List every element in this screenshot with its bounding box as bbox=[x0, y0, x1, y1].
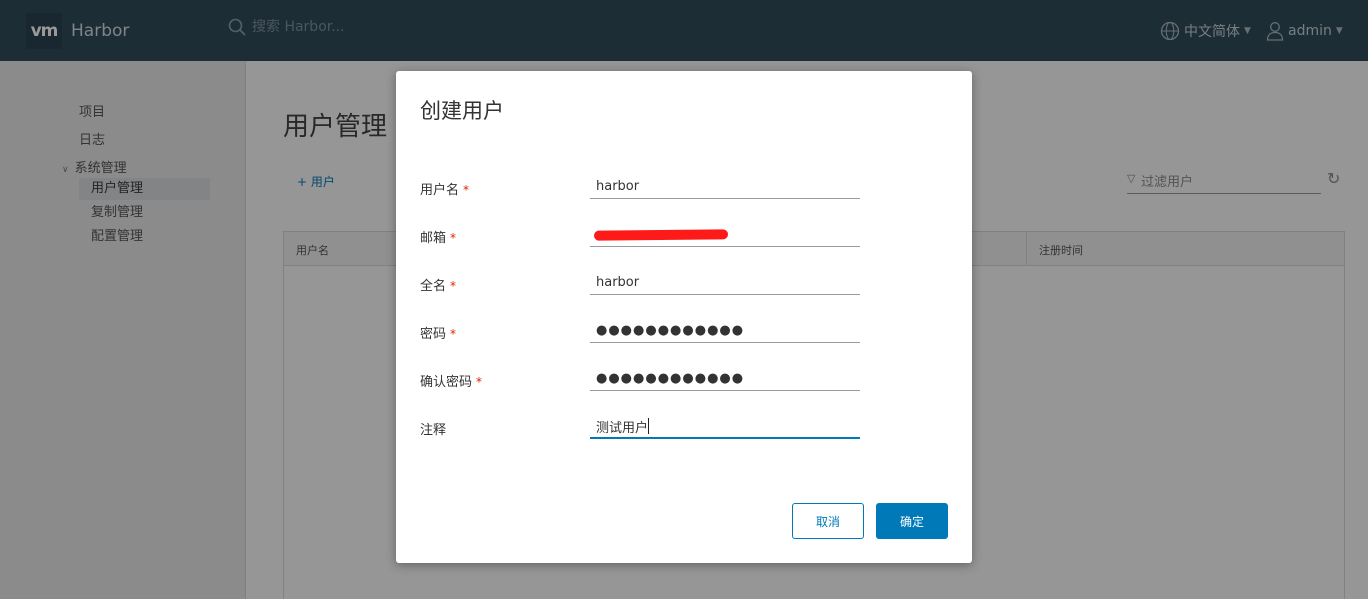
form-row-comment: 注释 bbox=[396, 413, 972, 453]
fullname-field[interactable] bbox=[590, 269, 860, 295]
form-row-fullname: 全名 * bbox=[396, 269, 972, 309]
fullname-label: 全名 * bbox=[420, 279, 457, 294]
create-user-dialog: 创建用户 用户名* 邮箱* 全名* 密码* 确认密码* 注释 取消 确定 bbox=[396, 71, 972, 563]
email-label: 邮箱 * bbox=[420, 231, 457, 246]
dialog-title: 创建用户 bbox=[420, 99, 504, 123]
form-row-email: 邮箱 * bbox=[396, 221, 972, 261]
form-row-confirm-password: 确认密码 * bbox=[396, 365, 972, 405]
comment-field[interactable] bbox=[590, 413, 860, 439]
cancel-button[interactable]: 取消 bbox=[792, 503, 864, 539]
redaction-mark bbox=[593, 229, 729, 241]
username-field[interactable] bbox=[590, 173, 860, 199]
comment-label: 注释 bbox=[420, 423, 447, 438]
text-cursor bbox=[648, 418, 649, 434]
form-row-password: 密码 * bbox=[396, 317, 972, 357]
password-label: 密码 * bbox=[420, 327, 457, 342]
confirm-password-field[interactable] bbox=[590, 365, 860, 391]
confirm-password-label: 确认密码 * bbox=[420, 375, 483, 390]
form-row-username: 用户名 * bbox=[396, 173, 972, 213]
confirm-button[interactable]: 确定 bbox=[876, 503, 948, 539]
password-field[interactable] bbox=[590, 317, 860, 343]
username-label: 用户名 * bbox=[420, 183, 470, 198]
